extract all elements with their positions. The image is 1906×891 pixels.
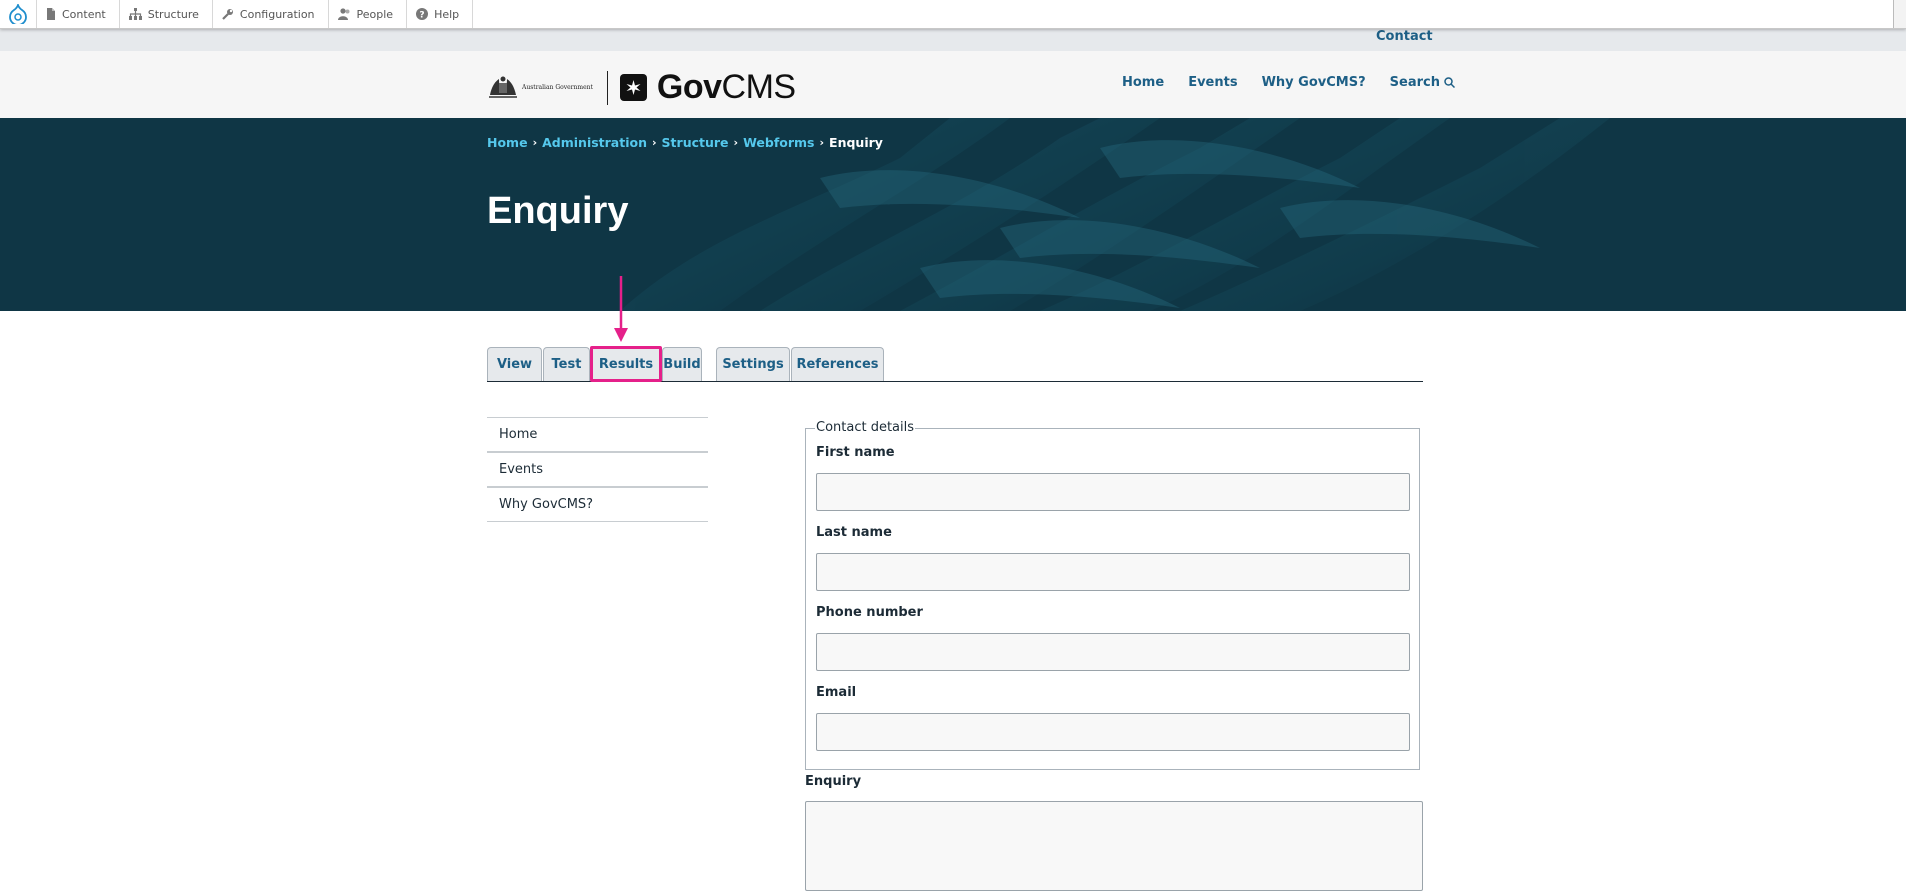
toolbar-content[interactable]: Content xyxy=(37,0,120,28)
wrench-icon xyxy=(222,8,234,20)
sidebar-menu: Home Events Why GovCMS? xyxy=(487,417,708,522)
phone-number-field[interactable] xyxy=(816,633,1410,671)
breadcrumb-webforms[interactable]: Webforms xyxy=(743,135,814,150)
nav-why-govcms[interactable]: Why GovCMS? xyxy=(1262,75,1366,90)
breadcrumb-separator-icon: › xyxy=(819,136,825,149)
nav-search[interactable]: Search xyxy=(1390,75,1455,90)
svg-text:?: ? xyxy=(419,11,424,21)
coat-of-arms-icon xyxy=(489,76,517,98)
last-name-label: Last name xyxy=(816,525,892,540)
breadcrumb-administration[interactable]: Administration xyxy=(542,135,647,150)
toolbar-configuration[interactable]: Configuration xyxy=(213,0,329,28)
sidebar-item-why-govcms[interactable]: Why GovCMS? xyxy=(487,488,708,522)
toolbar-orientation-toggle[interactable] xyxy=(1893,0,1906,28)
toolbar-people-label: People xyxy=(356,7,394,21)
breadcrumb-separator-icon: › xyxy=(652,136,657,149)
toolbar-help-label: Help xyxy=(434,7,460,21)
annotation-arrow-icon xyxy=(614,276,628,342)
email-field[interactable] xyxy=(816,713,1410,751)
toolbar-help[interactable]: ? Help xyxy=(407,0,474,28)
breadcrumb-separator-icon: › xyxy=(532,136,538,149)
drupal-logo-icon[interactable] xyxy=(0,0,37,28)
document-icon xyxy=(46,8,56,20)
toolbar-configuration-label: Configuration xyxy=(239,7,315,21)
sidebar-item-home[interactable]: Home xyxy=(487,418,708,453)
crest-text: Australian Government xyxy=(522,84,593,91)
fieldset-legend: Contact details xyxy=(815,420,916,435)
first-name-label: First name xyxy=(816,445,895,460)
phone-number-label: Phone number xyxy=(816,605,923,620)
help-icon: ? xyxy=(416,8,429,21)
utility-bar: Contact xyxy=(0,28,1906,51)
nav-search-label: Search xyxy=(1389,75,1440,90)
tab-build[interactable]: Build xyxy=(662,347,702,381)
page-title: Enquiry xyxy=(487,190,629,232)
breadcrumb-home[interactable]: Home xyxy=(487,135,528,150)
main-navigation: Home Events Why GovCMS? Search xyxy=(1122,75,1479,90)
people-icon xyxy=(337,8,351,20)
contact-link[interactable]: Contact xyxy=(1376,29,1433,44)
toolbar-structure[interactable]: Structure xyxy=(120,0,213,28)
hero-banner: Home › Administration › Structure › Webf… xyxy=(0,118,1906,311)
site-logo[interactable]: Australian Government GovCMS xyxy=(487,68,796,107)
tab-test[interactable]: Test xyxy=(543,347,590,381)
admin-toolbar: Content Structure Configuration People ?… xyxy=(0,0,1906,29)
tab-references[interactable]: References xyxy=(791,347,884,381)
search-icon xyxy=(1444,77,1455,88)
breadcrumb: Home › Administration › Structure › Webf… xyxy=(487,135,883,150)
breadcrumb-separator-icon: › xyxy=(733,136,739,149)
australian-government-crest: Australian Government xyxy=(487,75,593,101)
govcms-mark-icon xyxy=(619,74,647,101)
enquiry-label: Enquiry xyxy=(805,774,862,789)
tab-settings[interactable]: Settings xyxy=(716,347,790,381)
site-header: Australian Government GovCMS Home Events… xyxy=(0,51,1906,118)
toolbar-structure-label: Structure xyxy=(147,7,199,21)
first-name-field[interactable] xyxy=(816,473,1410,511)
sitemap-icon xyxy=(128,8,142,20)
nav-events[interactable]: Events xyxy=(1188,75,1237,90)
govcms-wordmark: GovCMS xyxy=(656,68,796,106)
breadcrumb-current: Enquiry xyxy=(829,135,883,150)
tab-view[interactable]: View xyxy=(487,347,542,381)
nav-home[interactable]: Home xyxy=(1122,75,1164,90)
logo-divider xyxy=(606,70,608,105)
breadcrumb-structure[interactable]: Structure xyxy=(662,135,729,150)
last-name-field[interactable] xyxy=(816,553,1410,591)
hero-background-pattern xyxy=(0,118,1906,311)
toolbar-content-label: Content xyxy=(62,7,106,21)
results-tab-highlight xyxy=(590,346,662,382)
sidebar-item-events[interactable]: Events xyxy=(487,453,708,488)
email-label: Email xyxy=(816,685,857,700)
toolbar-people[interactable]: People xyxy=(329,0,408,28)
